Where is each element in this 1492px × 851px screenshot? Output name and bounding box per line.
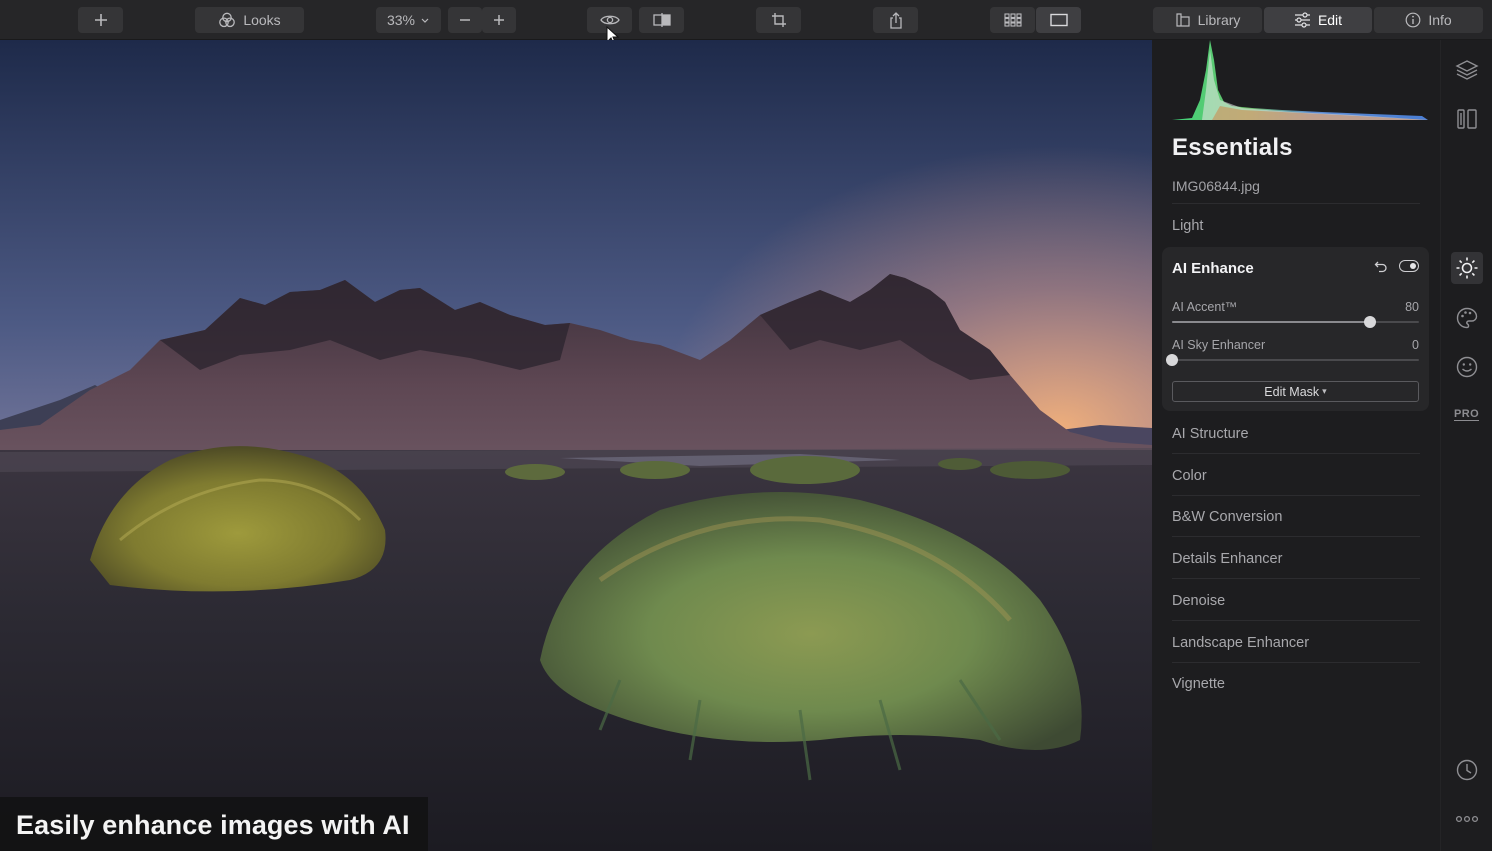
zoom-in-button[interactable] [482, 7, 516, 33]
ai-sky-enhancer-label: AI Sky Enhancer [1172, 338, 1266, 352]
history-button[interactable] [1453, 756, 1481, 784]
reset-icon[interactable] [1374, 259, 1388, 273]
more-icon [1455, 815, 1479, 823]
tool-icon-bar: PRO [1440, 40, 1492, 851]
single-view-button[interactable] [1036, 7, 1081, 33]
essentials-panel: Essentials IMG06844.jpg Light AI Enhance… [1152, 40, 1440, 851]
section-color[interactable]: Color [1172, 468, 1207, 484]
zoom-out-button[interactable] [448, 7, 482, 33]
ai-sky-enhancer-slider[interactable] [1166, 354, 1419, 366]
slider-thumb[interactable] [1364, 316, 1376, 328]
divider [1172, 578, 1420, 579]
section-b-w-conversion[interactable]: B&W Conversion [1172, 509, 1282, 525]
section-vignette[interactable]: Vignette [1172, 676, 1225, 692]
zoom-select[interactable]: 33% [376, 7, 441, 33]
library-tab[interactable]: Library [1153, 7, 1262, 33]
creative-button[interactable] [1453, 304, 1481, 332]
section-light[interactable]: Light [1172, 218, 1203, 234]
info-icon [1405, 12, 1421, 28]
chevron-down-icon [421, 18, 429, 23]
photo-canvas[interactable]: Easily enhance images with AI [0, 40, 1152, 851]
creative-palette-icon [1456, 307, 1478, 329]
grid-view-button[interactable] [990, 7, 1035, 33]
edit-tab[interactable]: Edit [1264, 7, 1372, 33]
zoom-out-icon [460, 19, 470, 21]
single-view-icon [1049, 13, 1068, 27]
chevron-down-icon: ▾ [1322, 386, 1327, 396]
info-tab[interactable]: Info [1374, 7, 1483, 33]
essentials-sun-icon [1456, 257, 1478, 279]
section-details-enhancer[interactable]: Details Enhancer [1172, 551, 1282, 567]
preview-eye-icon [599, 15, 620, 25]
ai-accent-label: AI Accent™ [1172, 300, 1238, 314]
edit-mask-label: Edit Mask [1264, 384, 1320, 399]
history-clock-icon [1456, 759, 1478, 781]
slider-fill [1172, 321, 1370, 323]
section-landscape-enhancer[interactable]: Landscape Enhancer [1172, 635, 1309, 651]
landscape-photo [0, 40, 1152, 851]
layers-icon [1455, 60, 1479, 80]
crop-button[interactable] [756, 7, 801, 33]
sliders-icon [1294, 12, 1310, 28]
ai-accent-value: 80 [1405, 300, 1419, 314]
histogram [1172, 40, 1428, 120]
edit-label: Edit [1317, 12, 1343, 28]
section-ai-structure[interactable]: AI Structure [1172, 426, 1249, 442]
ai-enhance-card: AI Enhance AI Accent™ 80 AI Sky Enhancer… [1162, 247, 1429, 411]
divider [1172, 536, 1420, 537]
portrait-button[interactable] [1453, 353, 1481, 381]
looks-button[interactable]: Looks [195, 7, 304, 33]
caption-banner: Easily enhance images with AI [0, 797, 428, 851]
essentials-button[interactable] [1451, 252, 1483, 284]
layers-button[interactable] [1453, 56, 1481, 84]
crop-icon [771, 13, 786, 27]
add-icon [94, 14, 107, 26]
compare-button[interactable] [639, 7, 684, 33]
library-label: Library [1197, 12, 1241, 28]
share-button[interactable] [873, 7, 918, 33]
presets-button[interactable] [1453, 105, 1481, 133]
info-label: Info [1428, 12, 1452, 28]
divider [1172, 662, 1420, 663]
divider [1172, 203, 1420, 204]
divider [1172, 495, 1420, 496]
divider [1172, 453, 1420, 454]
share-icon [889, 11, 902, 29]
looks-label: Looks [243, 12, 281, 28]
presets-icon [1457, 109, 1477, 129]
section-denoise[interactable]: Denoise [1172, 593, 1225, 609]
portrait-face-icon [1456, 356, 1478, 378]
zoom-value: 33% [386, 12, 416, 28]
ai-enhance-title[interactable]: AI Enhance [1172, 260, 1254, 277]
ai-accent-slider[interactable] [1172, 316, 1419, 328]
visibility-toggle-icon[interactable] [1399, 260, 1419, 272]
pro-icon[interactable]: PRO [1454, 408, 1480, 421]
zoom-in-icon [494, 15, 504, 25]
file-name: IMG06844.jpg [1172, 178, 1260, 194]
divider [1172, 620, 1420, 621]
edit-mask-button[interactable]: Edit Mask ▾ [1172, 381, 1419, 402]
library-icon [1175, 13, 1190, 27]
panel-title: Essentials [1172, 134, 1293, 161]
ai-sky-enhancer-value: 0 [1412, 338, 1419, 352]
compare-icon [652, 13, 671, 27]
looks-icon [219, 12, 236, 28]
slider-thumb[interactable] [1166, 354, 1178, 366]
top-toolbar: Looks 33% Library Edit Info [0, 0, 1492, 46]
grid-view-icon [1003, 13, 1022, 27]
more-button[interactable] [1453, 805, 1481, 833]
add-button[interactable] [78, 7, 123, 33]
